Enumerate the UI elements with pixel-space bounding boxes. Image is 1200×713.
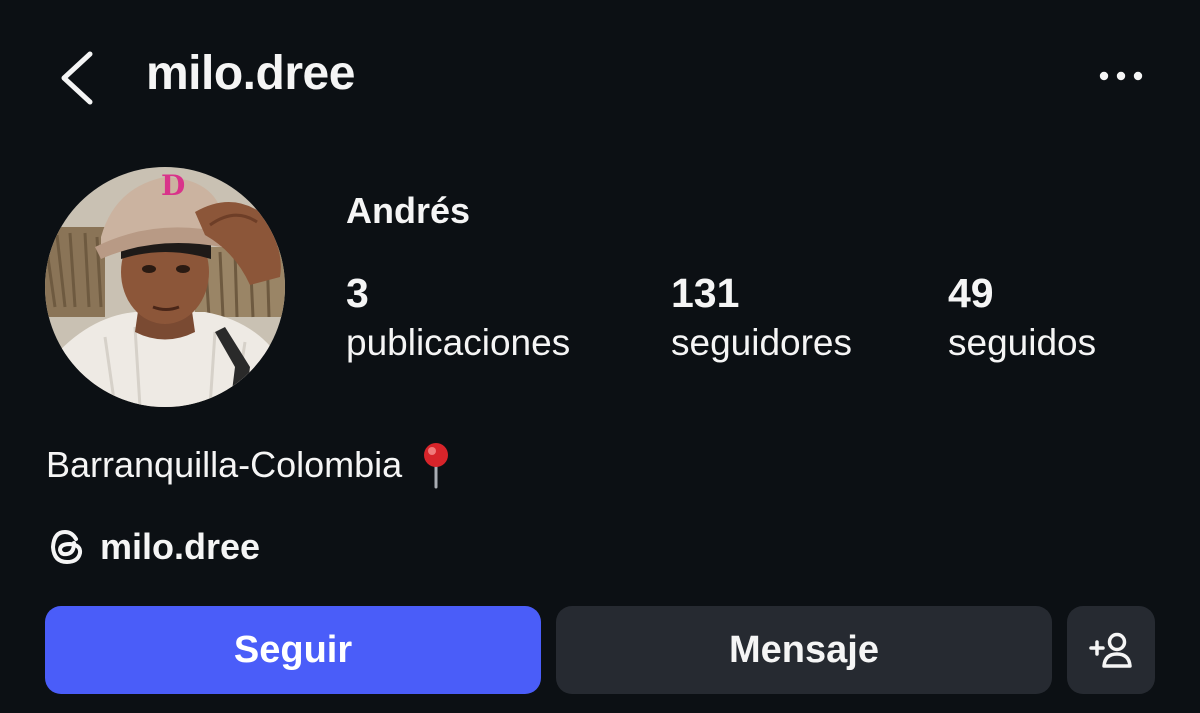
stat-following-count: 49 [948, 270, 994, 316]
round-pushpin-icon [424, 443, 449, 489]
more-options-button[interactable] [1096, 56, 1148, 96]
add-person-icon [1089, 632, 1132, 668]
stat-posts-label: publicaciones [346, 322, 571, 363]
stat-followers[interactable]: 131 seguidores [671, 268, 852, 368]
stat-posts: 3 publicaciones [346, 268, 570, 368]
display-name: Andrés [346, 190, 471, 231]
suggested-users-button[interactable] [1067, 606, 1155, 694]
stat-posts-count: 3 [346, 270, 369, 316]
stat-followers-count: 131 [671, 270, 740, 316]
follow-button[interactable]: Seguir [45, 606, 541, 694]
threads-link[interactable]: milo.dree [46, 526, 260, 568]
profile-photo: D [45, 167, 285, 407]
stat-following[interactable]: 49 seguidos [948, 268, 1096, 368]
bio-text: Barranquilla-Colombia [46, 444, 403, 485]
threads-icon [50, 529, 83, 565]
svg-text:D: D [161, 169, 185, 202]
more-horizontal-icon [1099, 71, 1143, 81]
threads-handle: milo.dree [100, 526, 261, 567]
back-button[interactable] [56, 48, 100, 108]
stat-followers-label: seguidores [671, 322, 853, 363]
bio: Barranquilla-Colombia [46, 440, 454, 490]
stat-following-label: seguidos [948, 322, 1097, 363]
chevron-left-icon [61, 51, 93, 105]
avatar[interactable]: D [45, 167, 285, 407]
page-title: milo.dree [146, 47, 355, 100]
message-button[interactable]: Mensaje [556, 606, 1052, 694]
